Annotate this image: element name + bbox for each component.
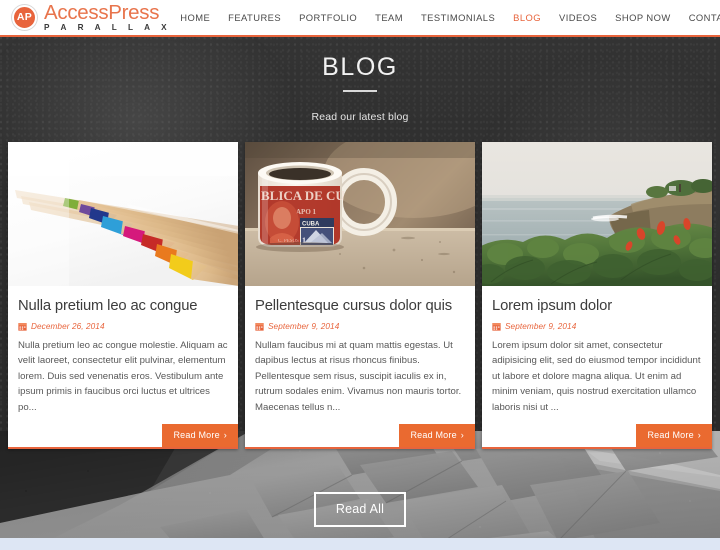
chevron-right-icon: › <box>460 430 464 441</box>
post-title[interactable]: Pellentesque cursus dolor quis <box>255 297 465 315</box>
blog-post-card[interactable]: Nulla pretium leo ac congue December 26,… <box>8 142 238 450</box>
nav-item-blog[interactable]: BLOG <box>504 6 550 29</box>
read-all-container: Read All <box>0 492 720 528</box>
post-title[interactable]: Lorem ipsum dolor <box>492 297 702 315</box>
post-date: December 26, 2014 <box>18 322 228 331</box>
read-more-button[interactable]: Read More › <box>162 424 238 448</box>
post-body: Lorem ipsum dolor September 9, 2014 Lore… <box>482 286 712 415</box>
read-more-label: Read More <box>410 430 457 441</box>
post-body: Nulla pretium leo ac congue December 26,… <box>8 286 238 415</box>
blog-post-card[interactable]: Lorem ipsum dolor September 9, 2014 Lore… <box>482 142 712 450</box>
page-title: BLOG <box>322 53 398 81</box>
nav-item-contact[interactable]: CONTACT <box>680 6 720 29</box>
post-thumbnail-colored-pencils[interactable] <box>8 142 238 286</box>
page-root: AP AccessPress P A R A L L A X HOME FEAT… <box>0 0 720 550</box>
read-more-button[interactable]: Read More › <box>636 424 712 448</box>
post-thumbnail-coastal-seascape[interactable] <box>482 142 712 286</box>
svg-text:CUBA: CUBA <box>302 222 320 228</box>
page-bottom-strip <box>0 538 720 550</box>
logo-mark-icon: AP <box>12 4 37 30</box>
site-logo[interactable]: AP AccessPress P A R A L L A X <box>12 0 172 32</box>
nav-item-videos[interactable]: VIDEOS <box>550 6 606 29</box>
calendar-icon <box>492 323 501 331</box>
read-more-label: Read More <box>647 430 694 441</box>
post-date-text: September 9, 2014 <box>268 322 340 331</box>
nav-item-shop-now[interactable]: SHOP NOW <box>606 6 680 29</box>
post-footer: Read More › <box>245 415 475 448</box>
read-more-label: Read More <box>173 430 220 441</box>
nav-item-features[interactable]: FEATURES <box>219 6 290 29</box>
chevron-right-icon: › <box>697 430 701 441</box>
post-excerpt: Lorem ipsum dolor sit amet, consectetur … <box>492 340 701 413</box>
post-thumbnail-coffee-mug[interactable]: BLICA DE CU APO 1 CUBA 1 C. PESOS <box>245 142 475 286</box>
main-navigation: HOME FEATURES PORTFOLIO TEAM TESTIMONIAL… <box>171 6 720 29</box>
page-subtitle: Read our latest blog <box>311 111 409 123</box>
post-date-text: December 26, 2014 <box>31 322 105 331</box>
post-excerpt: Nulla pretium leo ac congue molestie. Al… <box>18 340 228 413</box>
blog-post-card[interactable]: BLICA DE CU APO 1 CUBA 1 C. PESOS Pellen… <box>245 142 475 450</box>
calendar-icon <box>18 323 27 331</box>
post-date: September 9, 2014 <box>255 322 465 331</box>
logo-tagline: P A R A L L A X <box>44 22 172 32</box>
blog-section-header: BLOG Read our latest blog <box>0 37 720 123</box>
post-footer: Read More › <box>8 415 238 448</box>
post-title[interactable]: Nulla pretium leo ac congue <box>18 297 228 315</box>
nav-item-portfolio[interactable]: PORTFOLIO <box>290 6 366 29</box>
chevron-right-icon: › <box>223 430 227 441</box>
nav-item-team[interactable]: TEAM <box>366 6 412 29</box>
logo-text: AccessPress P A R A L L A X <box>44 0 172 32</box>
calendar-icon <box>255 323 264 331</box>
post-date-text: September 9, 2014 <box>505 322 577 331</box>
svg-text:BLICA DE CU: BLICA DE CU <box>261 188 345 203</box>
blog-post-grid: Nulla pretium leo ac congue December 26,… <box>0 123 720 450</box>
nav-item-home[interactable]: HOME <box>171 6 219 29</box>
site-header: AP AccessPress P A R A L L A X HOME FEAT… <box>0 0 720 37</box>
svg-text:APO 1: APO 1 <box>296 208 317 216</box>
read-all-button[interactable]: Read All <box>313 492 407 528</box>
nav-item-testimonials[interactable]: TESTIMONIALS <box>412 6 504 29</box>
title-separator <box>343 90 377 92</box>
blog-section: BLOG Read our latest blog Nulla pretium … <box>0 37 720 550</box>
post-body: Pellentesque cursus dolor quis September… <box>245 286 475 415</box>
blog-content: BLOG Read our latest blog Nulla pretium … <box>0 37 720 528</box>
post-excerpt: Nullam faucibus mi at quam mattis egesta… <box>255 340 462 413</box>
post-footer: Read More › <box>482 415 712 448</box>
post-date: September 9, 2014 <box>492 322 702 331</box>
logo-name: AccessPress <box>44 0 160 24</box>
read-more-button[interactable]: Read More › <box>399 424 475 448</box>
